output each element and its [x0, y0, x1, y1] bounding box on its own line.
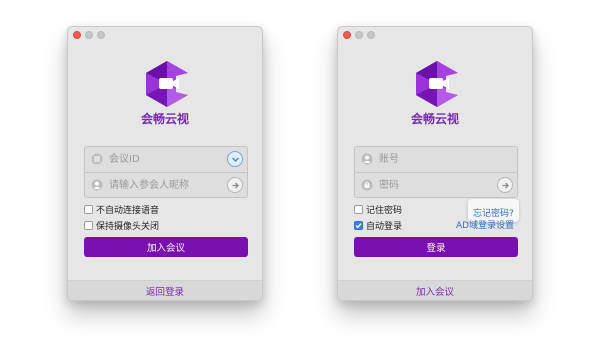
list-circle-icon — [91, 153, 103, 165]
back-to-login-link[interactable]: 返回登录 — [68, 280, 262, 300]
remember-password-option[interactable]: 记住密码 — [354, 203, 402, 216]
brand-name: 会畅云视 — [140, 112, 189, 126]
auto-connect-audio-label: 不自动连接语音 — [96, 206, 160, 216]
password-input[interactable] — [379, 177, 489, 194]
join-form-fields — [84, 146, 248, 198]
ad-domain-settings-link[interactable]: AD域登录设置 — [456, 218, 514, 231]
stage: 会畅云视 会议ID 请输入参会人昵称 不自动连接语音 保持摄像头关闭 加入会议 … — [0, 0, 609, 352]
auto-login-label: 自动登录 — [366, 222, 403, 232]
nickname-go-button[interactable] — [227, 177, 243, 193]
join-meeting-link[interactable]: 加入会议 — [338, 280, 532, 300]
login-go-button[interactable] — [497, 177, 513, 193]
person-icon — [361, 153, 373, 165]
keep-camera-off-checkbox[interactable] — [84, 221, 93, 230]
meeting-id-row — [85, 147, 247, 172]
zoom-window-button[interactable] — [367, 31, 375, 39]
meeting-id-input[interactable] — [109, 151, 219, 168]
window-controls — [73, 31, 105, 39]
keep-camera-off-option[interactable]: 保持摄像头关闭 — [84, 219, 159, 232]
join-meeting-window: 会畅云视 会议ID 请输入参会人昵称 不自动连接语音 保持摄像头关闭 加入会议 … — [67, 26, 263, 301]
app-logo-icon — [146, 61, 188, 107]
meeting-id-dropdown-button[interactable] — [227, 151, 243, 167]
minimize-window-button[interactable] — [355, 31, 363, 39]
auto-connect-audio-option[interactable]: 不自动连接语音 — [84, 203, 159, 216]
keep-camera-off-label: 保持摄像头关闭 — [96, 222, 160, 232]
checkmark-icon — [355, 223, 362, 229]
password-row — [355, 172, 517, 197]
login-window: 会畅云视 账号 记住密码 自动登录 忘记密码? AD域登录设置 登录 加入会议 — [337, 26, 533, 301]
person-icon — [91, 179, 103, 191]
nickname-input[interactable] — [109, 177, 219, 194]
auto-login-checkbox[interactable] — [354, 221, 363, 230]
nickname-row — [85, 172, 247, 197]
remember-password-checkbox[interactable] — [354, 205, 363, 214]
account-input[interactable] — [379, 151, 489, 168]
login-button[interactable]: 登录 — [354, 237, 518, 257]
close-window-button[interactable] — [343, 31, 351, 39]
auto-connect-audio-checkbox[interactable] — [84, 205, 93, 214]
zoom-window-button[interactable] — [97, 31, 105, 39]
window-controls — [343, 31, 375, 39]
remember-password-label: 记住密码 — [366, 206, 403, 216]
app-logo-icon — [416, 61, 458, 107]
chevron-down-icon — [231, 157, 239, 162]
close-window-button[interactable] — [73, 31, 81, 39]
login-form-fields — [354, 146, 518, 198]
minimize-window-button[interactable] — [85, 31, 93, 39]
account-row — [355, 147, 517, 172]
join-meeting-button[interactable]: 加入会议 — [84, 237, 248, 257]
arrow-right-icon — [502, 182, 509, 188]
brand-name: 会畅云视 — [410, 112, 459, 126]
lock-icon — [361, 179, 373, 191]
arrow-right-icon — [232, 182, 239, 188]
auto-login-option[interactable]: 自动登录 — [354, 219, 402, 232]
